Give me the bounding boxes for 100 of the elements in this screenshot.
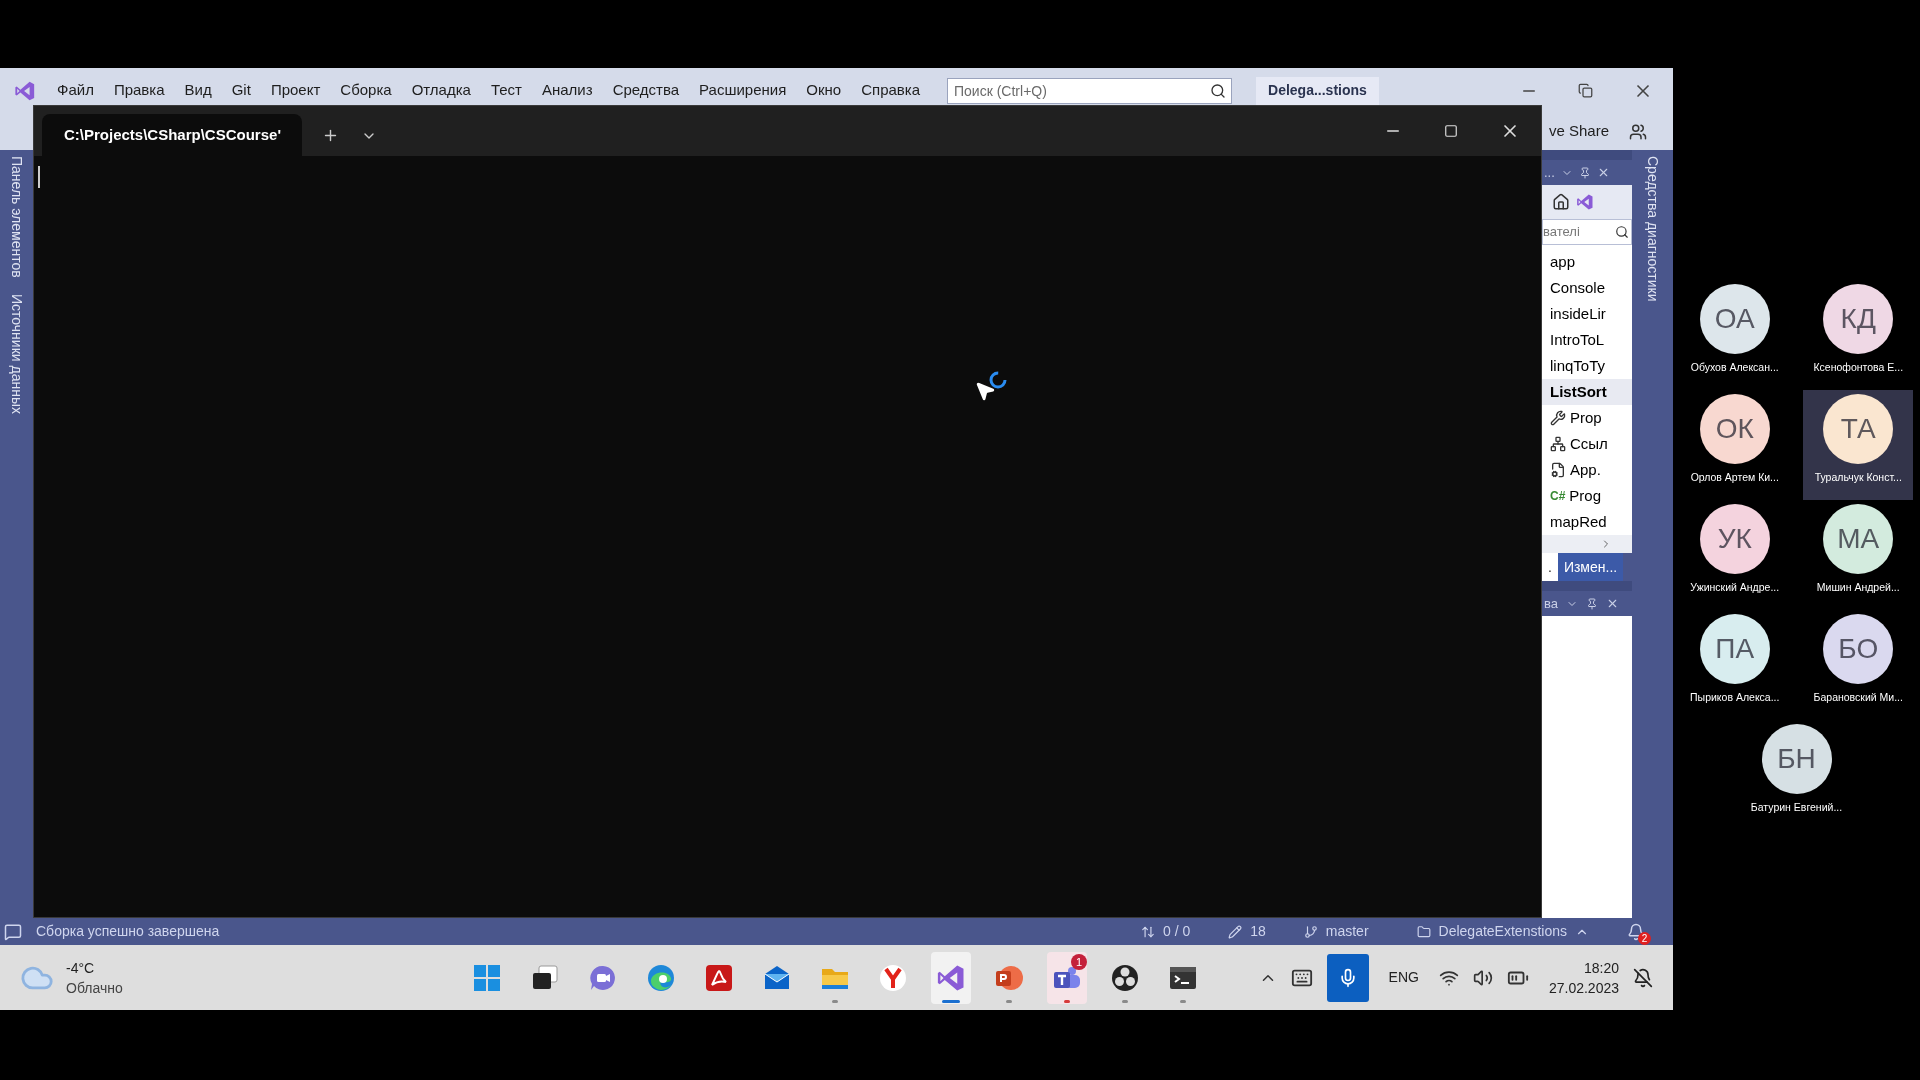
participant-name: Ужинский Андре... (1690, 580, 1780, 595)
weather-condition: Облачно (66, 978, 123, 998)
side-tab[interactable]: Панель элементов (6, 156, 27, 278)
new-tab-icon[interactable] (322, 127, 339, 144)
csharp-file-icon: C# (1550, 487, 1566, 505)
status-message: Сборка успешно завершена (36, 922, 220, 941)
menu-item[interactable]: Правка (104, 79, 174, 102)
menu-item[interactable]: Вид (175, 79, 221, 102)
commits-count[interactable]: 18 (1250, 921, 1266, 942)
pencil-icon (1228, 924, 1243, 939)
participant-name: Орлов Артем Ки... (1690, 470, 1779, 485)
menu-item[interactable]: Git (222, 79, 260, 102)
avatar: МА (1823, 504, 1894, 574)
sync-icon (1140, 924, 1155, 939)
search-icon (1615, 225, 1629, 239)
panel-title: ва (1544, 594, 1558, 613)
pin-icon[interactable] (1586, 597, 1598, 610)
tree-item[interactable]: Ссыл (1542, 431, 1632, 457)
microphone-button[interactable] (1326, 953, 1369, 1002)
menu-item[interactable]: Справка (852, 79, 929, 102)
clock-time[interactable]: 18:20 (1583, 957, 1619, 978)
app-indicator (1122, 999, 1128, 1003)
tree-item[interactable]: App. (1542, 457, 1632, 483)
app-indicator (942, 999, 960, 1003)
temperature: -4°C (66, 958, 96, 978)
browser-y-icon[interactable] (878, 962, 908, 993)
branch-name[interactable]: master (1325, 921, 1369, 942)
panel-title: ... (1544, 163, 1555, 182)
tree-item[interactable]: Console (1542, 275, 1632, 301)
tree-item[interactable]: Prop (1542, 405, 1632, 431)
changes-count[interactable]: 0 / 0 (1162, 921, 1191, 942)
notification-count: 2 (1638, 931, 1651, 945)
participant-name: Батурин Евгений... (1750, 800, 1843, 815)
menu-item[interactable]: Расширения (690, 79, 796, 102)
vs-logo-icon (14, 79, 36, 102)
clock-date[interactable]: 27.02.2023 (1548, 977, 1619, 998)
avatar: ПА (1699, 614, 1770, 684)
solution-name-button[interactable]: Delega...stions (1256, 76, 1379, 105)
text-cursor (38, 166, 40, 188)
menu-item[interactable]: Сборка (331, 79, 401, 102)
tree-item[interactable]: mapRed (1542, 509, 1632, 535)
pin-icon[interactable] (1578, 166, 1591, 179)
participant-tile[interactable]: ТА Туральчук Конст... (1803, 390, 1914, 500)
tree-item[interactable]: IntroToL (1542, 327, 1632, 353)
participant-name: Туральчук Конст... (1814, 470, 1902, 485)
edge-browser-icon[interactable] (646, 962, 676, 993)
windows-start-icon[interactable] (472, 962, 502, 993)
app-indicator (832, 999, 838, 1003)
panel-tab[interactable]: . (1542, 553, 1558, 581)
search-icon (1210, 82, 1226, 99)
tree-item[interactable]: insideLir (1542, 301, 1632, 327)
solution-view-icon (1576, 193, 1594, 211)
live-share-button[interactable]: ve Share (1548, 120, 1609, 143)
mouse-pointer-icon (974, 380, 996, 402)
avatar: ОК (1699, 394, 1770, 464)
tree-item[interactable]: C# Prog (1542, 483, 1632, 509)
restore-icon[interactable] (1578, 83, 1593, 98)
home-icon[interactable] (1552, 193, 1570, 211)
menu-item[interactable]: Средства (603, 79, 689, 102)
avatar: УК (1699, 504, 1770, 574)
tree-item[interactable]: linqToTy (1542, 353, 1632, 379)
menu-item[interactable]: Отладка (402, 79, 480, 102)
menu-item[interactable]: Окно (797, 79, 851, 102)
search-field[interactable]: Поиск (Ctrl+Q) (947, 77, 1232, 104)
volume-icon[interactable] (1472, 967, 1493, 988)
app-indicator (1006, 999, 1012, 1003)
language-indicator[interactable]: ENG (1388, 967, 1419, 988)
menu-item[interactable]: Файл (48, 79, 103, 102)
tab-title: C:\Projects\CSharp\CSCourse' (64, 124, 281, 145)
side-tab[interactable]: Средства диагностики (1642, 156, 1663, 302)
avatar: БН (1761, 724, 1832, 794)
panel-tab[interactable]: Измен... (1557, 553, 1624, 581)
tree-item[interactable]: app (1542, 249, 1632, 275)
menu-item[interactable]: Проект (261, 79, 330, 102)
avatar: КД (1823, 284, 1894, 354)
maximize-icon[interactable] (1444, 124, 1458, 138)
terminal-tab[interactable]: C:\Projects\CSharp\CSCourse' (42, 114, 302, 156)
explorer-search-field[interactable]: вателі (1542, 219, 1632, 245)
repo-icon (1416, 924, 1431, 939)
app-indicator (1180, 999, 1186, 1003)
menu-item[interactable]: Анализ (533, 79, 602, 102)
pdf-reader-icon[interactable] (704, 962, 734, 993)
participant-name: Пыриков Алекса... (1690, 690, 1780, 705)
repo-name[interactable]: DelegateExtenstions (1438, 921, 1567, 942)
wrench-icon (1550, 410, 1566, 426)
output-icon[interactable] (4, 922, 22, 941)
person-icon[interactable] (1629, 122, 1647, 141)
tree-item[interactable]: ListSort (1542, 379, 1632, 405)
avatar: ОА (1699, 284, 1770, 354)
menu-item[interactable]: Тест (481, 79, 531, 102)
side-tab[interactable]: Источники данных (6, 293, 27, 414)
loading-spinner-icon (988, 370, 1008, 390)
recorder-app-icon[interactable] (1110, 962, 1140, 993)
notifications-icon[interactable] (1633, 967, 1653, 988)
config-file-icon (1550, 462, 1566, 478)
taskbar-app[interactable]: 1 (1047, 951, 1087, 1004)
avatar: БО (1823, 614, 1894, 684)
branch-icon (1303, 924, 1318, 939)
references-icon (1550, 436, 1566, 452)
participant-name: Обухов Алексан... (1690, 360, 1779, 375)
